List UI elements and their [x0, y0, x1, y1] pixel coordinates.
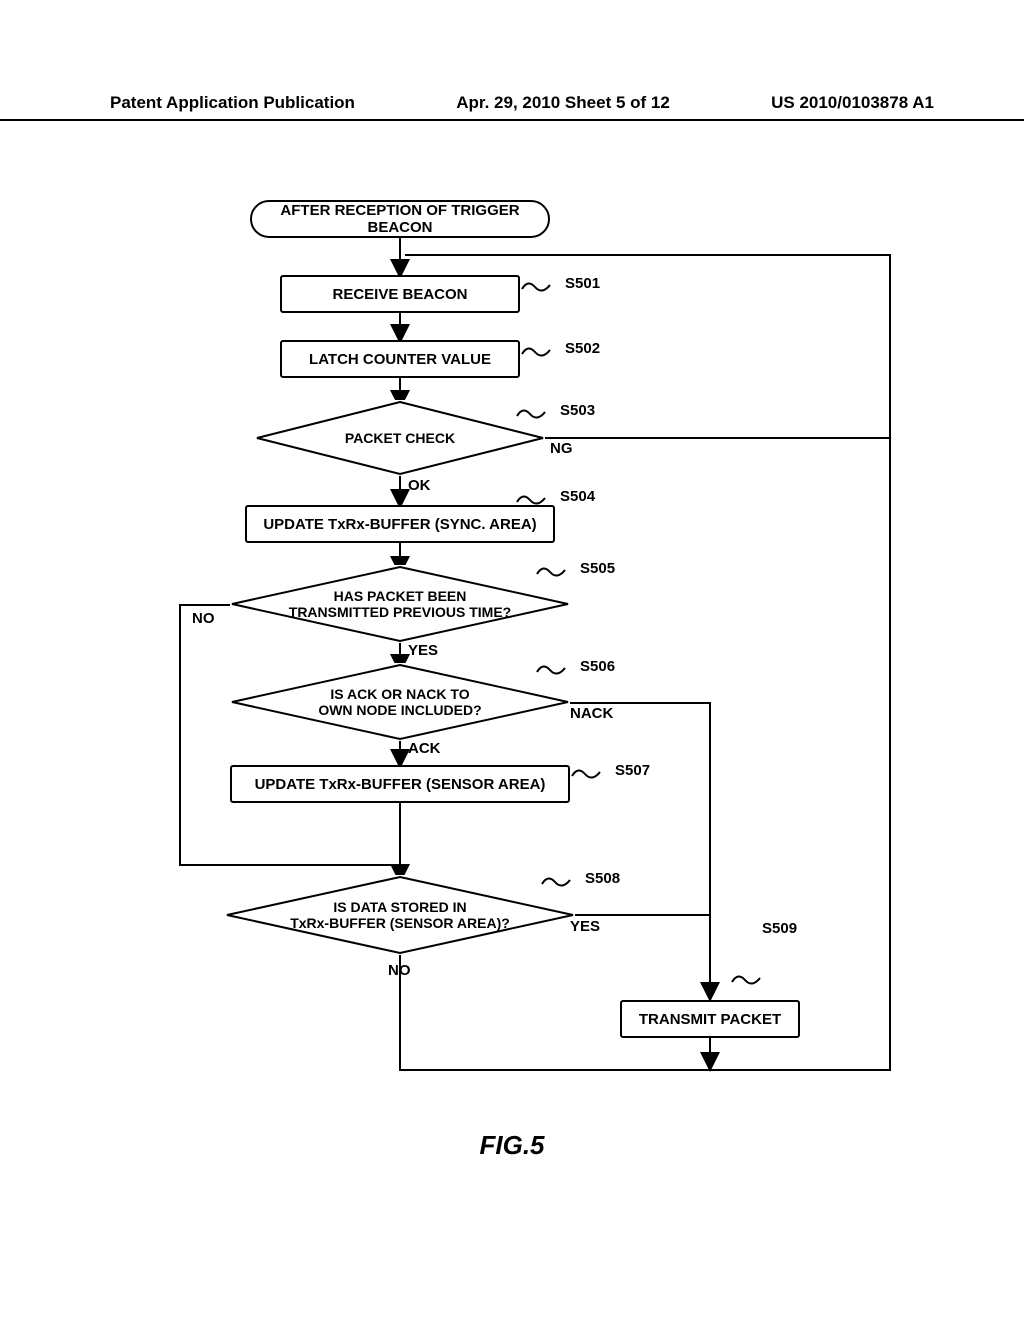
- step-label-s501: S501: [565, 275, 600, 292]
- leader-s507: [570, 762, 615, 782]
- process-s507: UPDATE TxRx-BUFFER (SENSOR AREA): [230, 765, 570, 803]
- leader-s509: [730, 968, 775, 988]
- leader-s503: [515, 402, 560, 422]
- decision-s508: IS DATA STORED IN TxRx-BUFFER (SENSOR AR…: [225, 875, 575, 955]
- branch-yes-s505: YES: [408, 642, 438, 659]
- flowchart-canvas: AFTER RECEPTION OF TRIGGER BEACON RECEIV…: [150, 200, 910, 1115]
- decision-s503-label: PACKET CHECK: [345, 430, 455, 446]
- step-label-s506: S506: [580, 658, 615, 675]
- process-s509: TRANSMIT PACKET: [620, 1000, 800, 1038]
- leader-s504: [515, 488, 560, 508]
- decision-s503: PACKET CHECK: [255, 400, 545, 476]
- step-label-s503: S503: [560, 402, 595, 419]
- branch-ok: OK: [408, 477, 431, 494]
- terminator-start: AFTER RECEPTION OF TRIGGER BEACON: [250, 200, 550, 238]
- branch-yes-s508: YES: [570, 918, 600, 935]
- step-label-s502: S502: [565, 340, 600, 357]
- process-s501-label: RECEIVE BEACON: [332, 286, 467, 303]
- figure-caption: FIG.5: [0, 1130, 1024, 1161]
- step-label-s507: S507: [615, 762, 650, 779]
- branch-ng: NG: [550, 440, 573, 457]
- leader-s505: [535, 560, 580, 580]
- branch-ack: ACK: [408, 740, 441, 757]
- leader-s508: [540, 870, 585, 890]
- process-s502-label: LATCH COUNTER VALUE: [309, 351, 491, 368]
- flow-connectors: [150, 200, 910, 1115]
- step-label-s508: S508: [585, 870, 620, 887]
- header-center: Apr. 29, 2010 Sheet 5 of 12: [456, 93, 670, 113]
- process-s509-label: TRANSMIT PACKET: [639, 1011, 781, 1028]
- decision-s506-label: IS ACK OR NACK TO OWN NODE INCLUDED?: [318, 686, 481, 718]
- step-label-s505: S505: [580, 560, 615, 577]
- leader-s506: [535, 658, 580, 678]
- branch-no-s505: NO: [192, 610, 215, 627]
- process-s504: UPDATE TxRx-BUFFER (SYNC. AREA): [245, 505, 555, 543]
- header-right: US 2010/0103878 A1: [771, 93, 934, 113]
- branch-nack: NACK: [570, 705, 613, 722]
- leader-s502: [520, 340, 565, 360]
- step-label-s509: S509: [762, 920, 797, 937]
- decision-s508-label: IS DATA STORED IN TxRx-BUFFER (SENSOR AR…: [290, 899, 510, 931]
- process-s502: LATCH COUNTER VALUE: [280, 340, 520, 378]
- branch-no-s508: NO: [388, 962, 411, 979]
- decision-s505-label: HAS PACKET BEEN TRANSMITTED PREVIOUS TIM…: [289, 588, 511, 620]
- decision-s506: IS ACK OR NACK TO OWN NODE INCLUDED?: [230, 663, 570, 741]
- page-header: Patent Application Publication Apr. 29, …: [0, 93, 1024, 121]
- process-s507-label: UPDATE TxRx-BUFFER (SENSOR AREA): [255, 776, 546, 793]
- process-s504-label: UPDATE TxRx-BUFFER (SYNC. AREA): [263, 516, 536, 533]
- decision-s505: HAS PACKET BEEN TRANSMITTED PREVIOUS TIM…: [230, 565, 570, 643]
- header-left: Patent Application Publication: [110, 93, 355, 113]
- process-s501: RECEIVE BEACON: [280, 275, 520, 313]
- step-label-s504: S504: [560, 488, 595, 505]
- terminator-start-label: AFTER RECEPTION OF TRIGGER BEACON: [252, 202, 548, 236]
- leader-s501: [520, 275, 565, 295]
